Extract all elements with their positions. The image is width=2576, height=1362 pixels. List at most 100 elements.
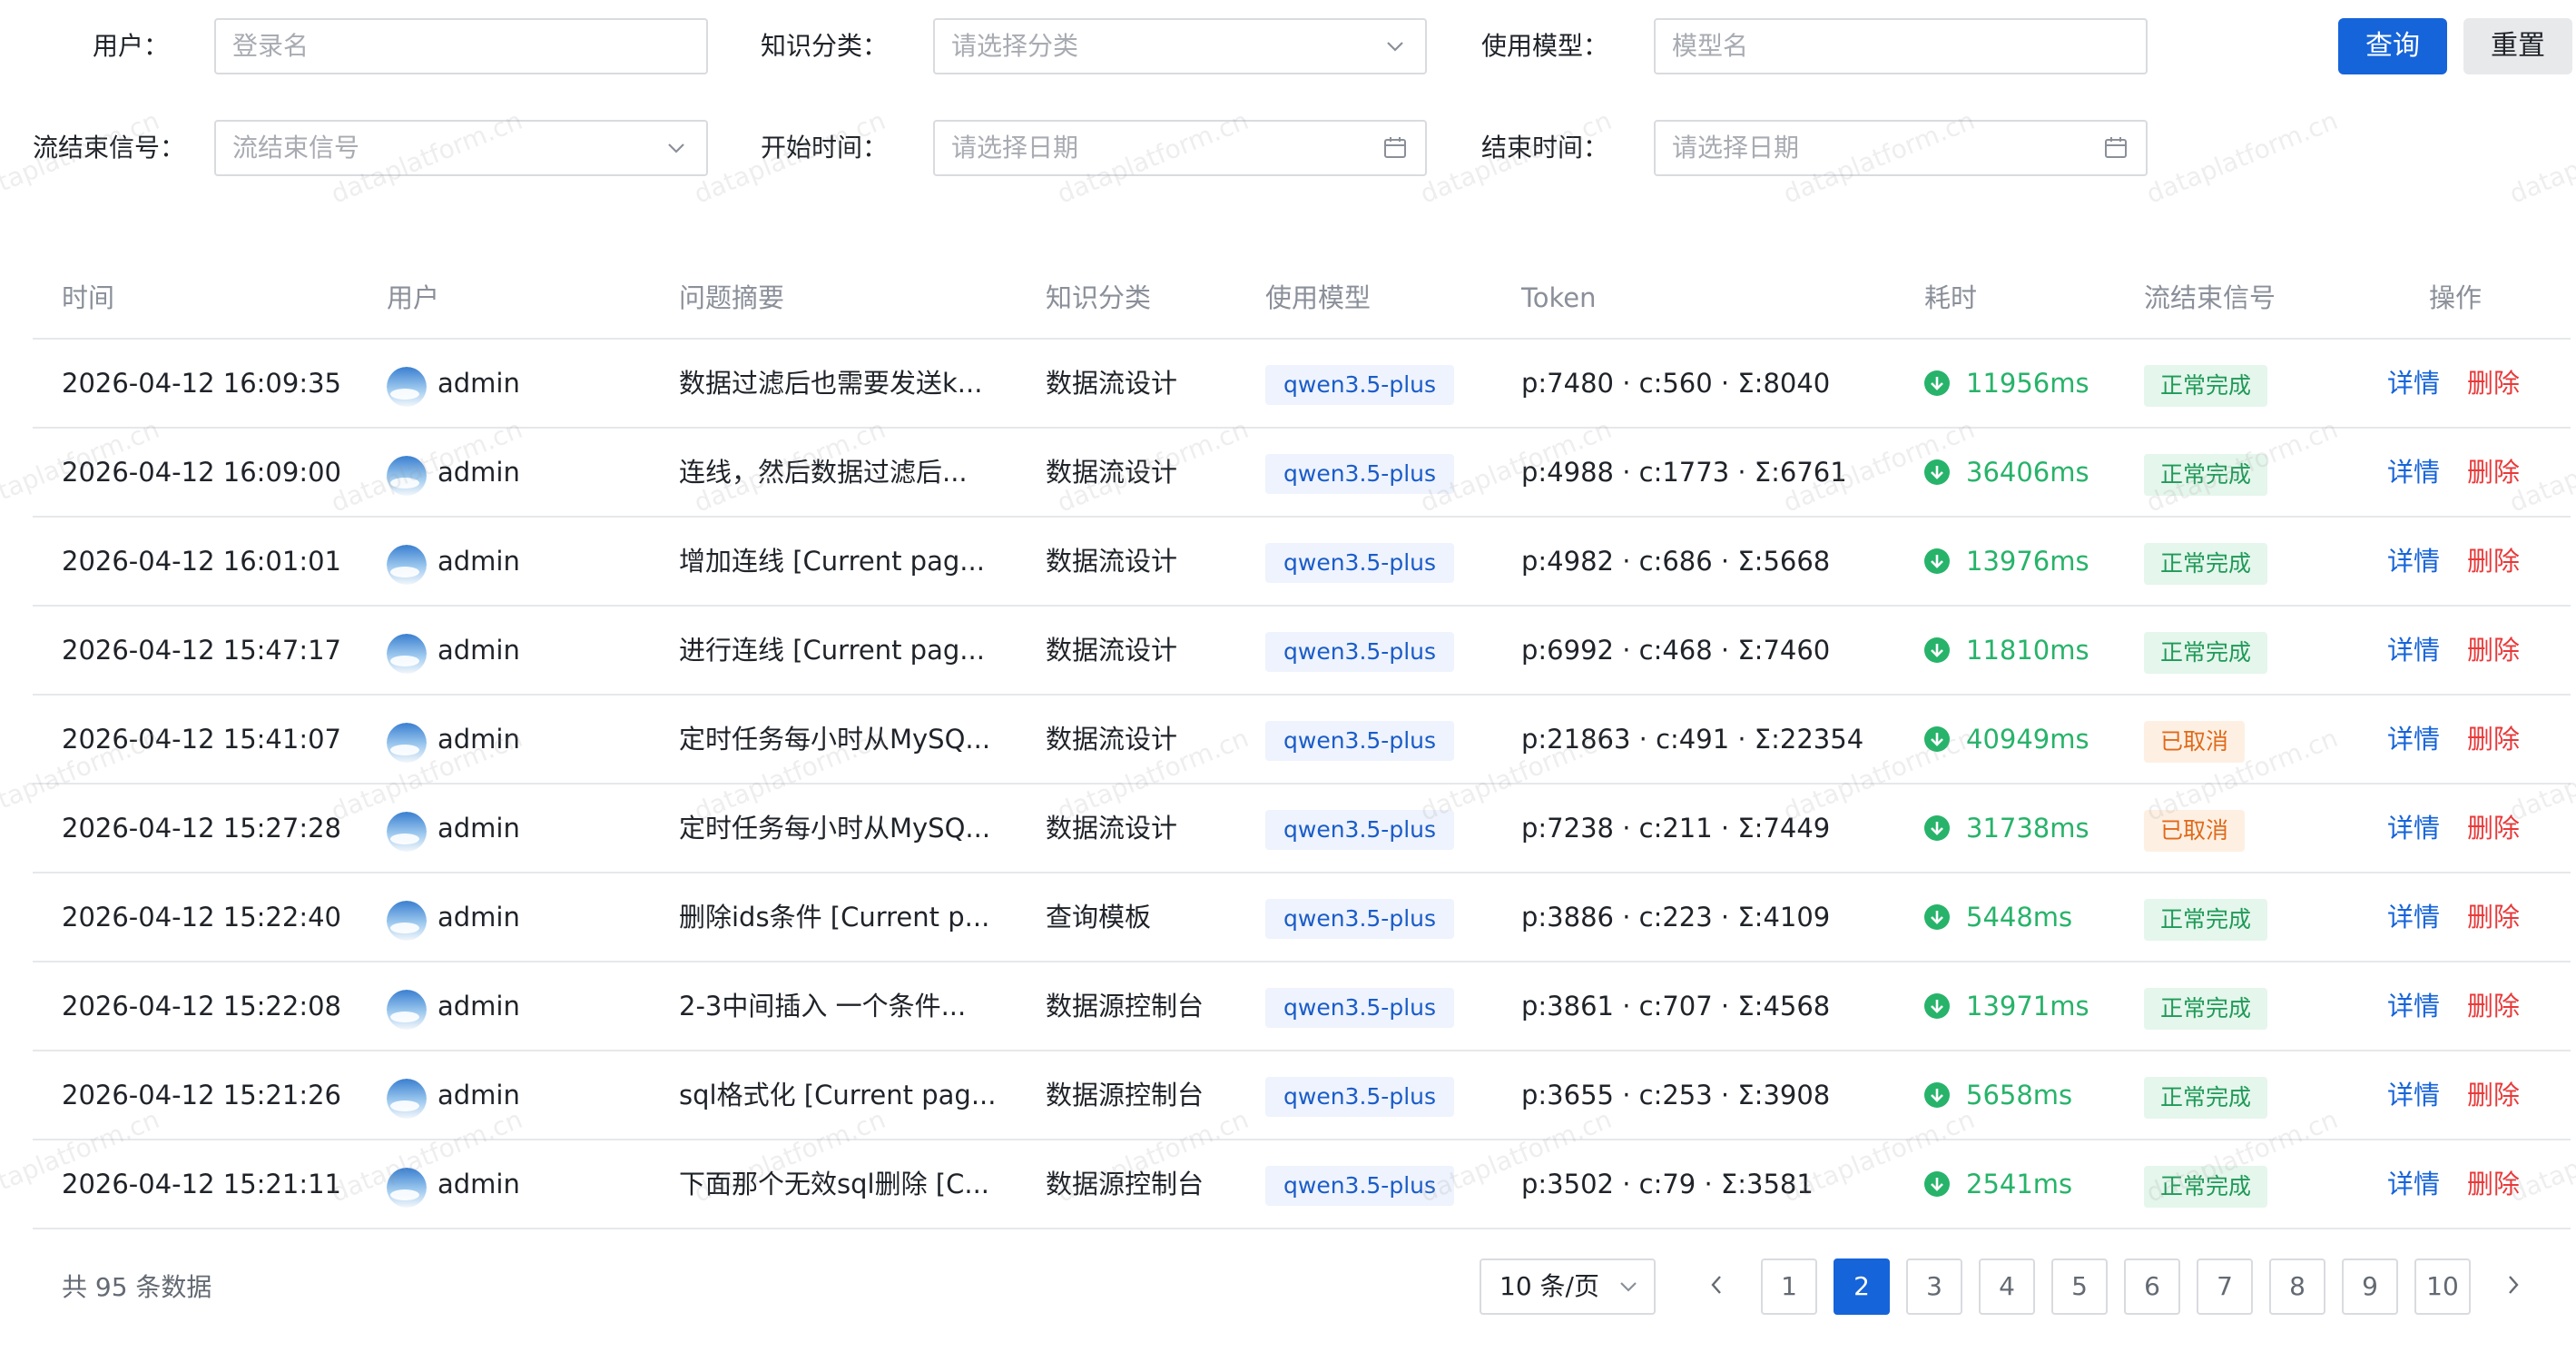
category-select-placeholder: 请选择分类 <box>951 31 1079 61</box>
status-badge: 已取消 <box>2144 810 2246 852</box>
model-label: 使用模型： <box>1481 31 1609 61</box>
query-button[interactable]: 查询 <box>2338 18 2447 74</box>
delete-link[interactable]: 删除 <box>2467 962 2520 1050</box>
page-button[interactable]: 7 <box>2197 1258 2253 1315</box>
cell-summary: 增加连线 [Current pag... <box>679 546 985 577</box>
header-duration: 耗时 <box>1924 282 1978 313</box>
page-button[interactable]: 3 <box>1906 1258 1962 1315</box>
table-header: 时间 用户 问题摘要 知识分类 使用模型 Token 耗时 流结束信号 操作 <box>33 263 2571 340</box>
page-button[interactable]: 4 <box>1979 1258 2035 1315</box>
cell-user: admin <box>438 368 520 399</box>
next-page-button[interactable] <box>2485 1258 2542 1315</box>
detail-link[interactable]: 详情 <box>2387 696 2440 783</box>
cell-category: 查询模板 <box>1046 902 1152 933</box>
page-button[interactable]: 8 <box>2269 1258 2325 1315</box>
total-count: 共 95 条数据 <box>62 1272 212 1302</box>
cell-summary: 删除ids条件 [Current p... <box>679 902 990 933</box>
delete-link[interactable]: 删除 <box>2467 785 2520 872</box>
page-button[interactable]: 9 <box>2342 1258 2398 1315</box>
cell-user: admin <box>438 813 520 844</box>
header-summary: 问题摘要 <box>679 282 785 313</box>
detail-link[interactable]: 详情 <box>2387 607 2440 694</box>
table-row: 2026-04-12 16:09:35 admin 数据过滤后也需要发送k... 数据… <box>33 340 2571 429</box>
model-input-placeholder: 模型名 <box>1672 31 1749 61</box>
model-tag: qwen3.5-plus <box>1265 1166 1455 1206</box>
arrow-down-circle-icon <box>1924 993 1950 1019</box>
model-tag: qwen3.5-plus <box>1265 1077 1455 1117</box>
detail-link[interactable]: 详情 <box>2387 340 2440 427</box>
delete-link[interactable]: 删除 <box>2467 607 2520 694</box>
delete-link[interactable]: 删除 <box>2467 1051 2520 1139</box>
page-button[interactable]: 1 <box>1761 1258 1817 1315</box>
chevron-down-icon <box>1383 20 1407 73</box>
chevron-left-icon <box>1710 1275 1723 1298</box>
filter-form: 用户： 登录名 知识分类： 请选择分类 使用模型： 模型名 查询 重置 流结束信… <box>0 0 2576 182</box>
end-signal-select-placeholder: 流结束信号 <box>232 133 360 163</box>
user-input[interactable]: 登录名 <box>214 18 708 74</box>
arrow-down-circle-icon <box>1924 459 1950 485</box>
cell-category: 数据流设计 <box>1046 546 1178 577</box>
reset-button[interactable]: 重置 <box>2463 18 2572 74</box>
cell-category: 数据源控制台 <box>1046 1169 1204 1199</box>
cell-token: p:7238 · c:211 · Σ:7449 <box>1521 813 1831 844</box>
avatar <box>387 1079 427 1119</box>
header-user: 用户 <box>387 282 440 313</box>
model-tag: qwen3.5-plus <box>1265 988 1455 1028</box>
start-time-picker[interactable]: 请选择日期 <box>933 120 1427 176</box>
cell-user: admin <box>438 1169 520 1199</box>
model-tag: qwen3.5-plus <box>1265 810 1455 850</box>
end-time-picker[interactable]: 请选择日期 <box>1654 120 2148 176</box>
delete-link[interactable]: 删除 <box>2467 518 2520 605</box>
avatar <box>387 812 427 852</box>
end-signal-select[interactable]: 流结束信号 <box>214 120 708 176</box>
cell-time: 2026-04-12 15:41:07 <box>62 724 341 755</box>
cell-user: admin <box>438 902 520 933</box>
model-tag: qwen3.5-plus <box>1265 721 1455 761</box>
cell-summary: 定时任务每小时从MySQ... <box>679 724 991 755</box>
page-button[interactable]: 5 <box>2051 1258 2108 1315</box>
avatar <box>387 723 427 763</box>
page-button[interactable]: 10 <box>2414 1258 2471 1315</box>
cell-category: 数据流设计 <box>1046 813 1178 844</box>
page-size-value: 10 条/页 <box>1499 1271 1599 1301</box>
header-actions: 操作 <box>2429 282 2483 313</box>
cell-user: admin <box>438 724 520 755</box>
header-category: 知识分类 <box>1046 282 1152 313</box>
table-row: 2026-04-12 16:01:01 admin 增加连线 [Current pa… <box>33 518 2571 607</box>
page-size-select[interactable]: 10 条/页 <box>1480 1258 1656 1315</box>
page-button[interactable]: 6 <box>2124 1258 2180 1315</box>
detail-link[interactable]: 详情 <box>2387 1051 2440 1139</box>
end-signal-label: 流结束信号： <box>33 133 186 163</box>
model-input[interactable]: 模型名 <box>1654 18 2148 74</box>
cell-category: 数据流设计 <box>1046 457 1178 488</box>
page-button[interactable]: 2 <box>1834 1258 1890 1315</box>
header-token: Token <box>1521 282 1597 313</box>
delete-link[interactable]: 删除 <box>2467 1140 2520 1228</box>
cell-token: p:3655 · c:253 · Σ:3908 <box>1521 1080 1831 1110</box>
detail-link[interactable]: 详情 <box>2387 429 2440 516</box>
cell-duration: 5448ms <box>1966 902 2073 933</box>
cell-time: 2026-04-12 16:09:00 <box>62 457 341 488</box>
user-input-placeholder: 登录名 <box>232 31 310 61</box>
detail-link[interactable]: 详情 <box>2387 873 2440 961</box>
cell-duration: 40949ms <box>1966 724 2089 755</box>
arrow-down-circle-icon <box>1924 370 1950 396</box>
records-table: 时间 用户 问题摘要 知识分类 使用模型 Token 耗时 流结束信号 操作 2… <box>33 263 2571 1229</box>
cell-user: admin <box>438 457 520 488</box>
table-body: 2026-04-12 16:09:35 admin 数据过滤后也需要发送k... 数据… <box>33 340 2571 1229</box>
cell-category: 数据流设计 <box>1046 635 1178 666</box>
delete-link[interactable]: 删除 <box>2467 873 2520 961</box>
delete-link[interactable]: 删除 <box>2467 340 2520 427</box>
detail-link[interactable]: 详情 <box>2387 962 2440 1050</box>
prev-page-button[interactable] <box>1688 1258 1745 1315</box>
detail-link[interactable]: 详情 <box>2387 518 2440 605</box>
detail-link[interactable]: 详情 <box>2387 785 2440 872</box>
cell-user: admin <box>438 991 520 1022</box>
cell-token: p:7480 · c:560 · Σ:8040 <box>1521 368 1831 399</box>
category-select[interactable]: 请选择分类 <box>933 18 1427 74</box>
delete-link[interactable]: 删除 <box>2467 429 2520 516</box>
detail-link[interactable]: 详情 <box>2387 1140 2440 1228</box>
delete-link[interactable]: 删除 <box>2467 696 2520 783</box>
cell-time: 2026-04-12 15:27:28 <box>62 813 341 844</box>
cell-time: 2026-04-12 15:21:26 <box>62 1080 341 1110</box>
